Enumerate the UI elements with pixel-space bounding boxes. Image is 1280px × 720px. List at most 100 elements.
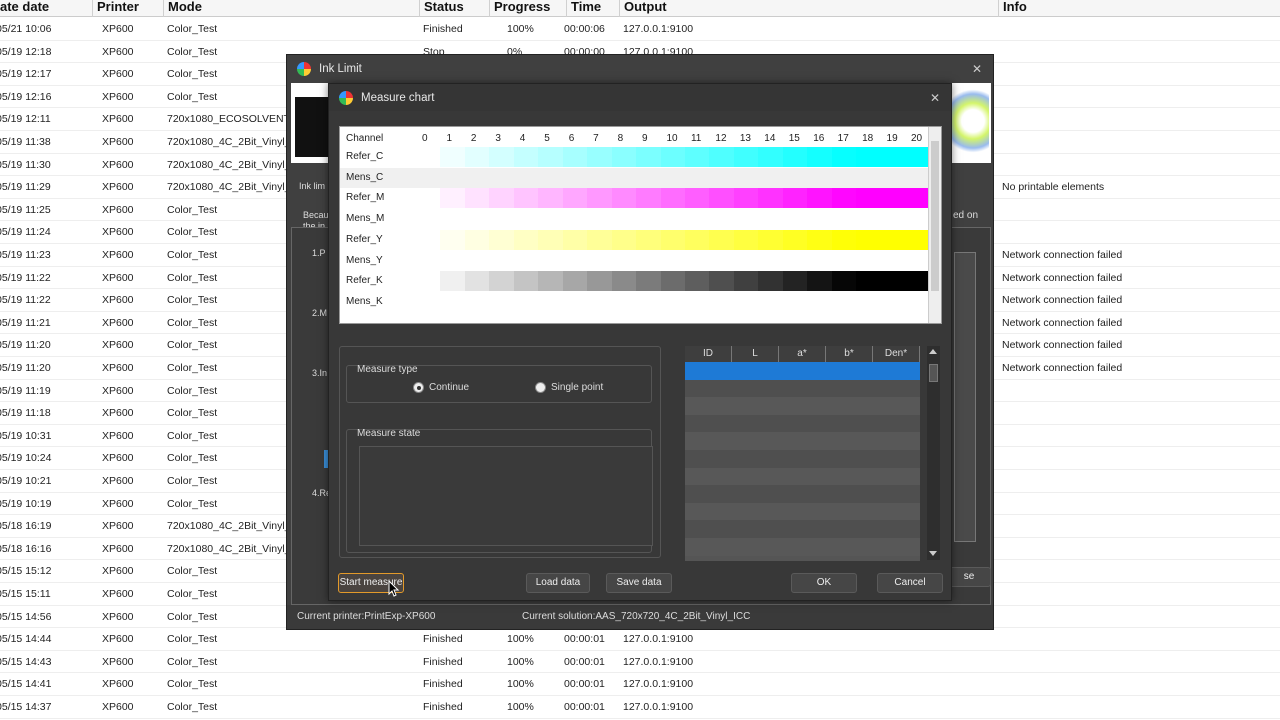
load-data-button[interactable]: Load data: [526, 573, 590, 593]
grid-row[interactable]: [685, 467, 920, 486]
grid-row[interactable]: [685, 432, 920, 450]
chart-scroll-thumb[interactable]: [931, 141, 939, 291]
col-status[interactable]: Status: [419, 0, 464, 17]
grid-row[interactable]: [685, 397, 920, 415]
color-patch: [440, 188, 466, 209]
ink-limit-close-action-button[interactable]: se: [947, 567, 991, 587]
job-date-cell: 05/19 11:38: [0, 136, 51, 148]
radio-continue-dot[interactable]: [413, 382, 424, 393]
job-status-cell: Finished: [423, 701, 463, 713]
measure-chart-titlebar: Measure chart: [329, 84, 951, 111]
channel-row[interactable]: Mens_C: [340, 167, 930, 189]
color-patch: [758, 147, 784, 167]
grid-row[interactable]: [685, 520, 920, 538]
color-patch: [636, 271, 661, 292]
step-2-label: 2.M: [312, 308, 328, 318]
job-info-cell: Network connection failed: [1002, 249, 1123, 261]
grid-row[interactable]: [685, 502, 920, 521]
color-patch: [856, 229, 882, 250]
color-patch: [758, 229, 784, 250]
job-row[interactable]: 05/21 10:06 XP600 Color_Test Finished 100% 00…: [0, 18, 1280, 41]
job-mode-cell: Color_Test: [167, 249, 218, 261]
job-info-cell: [1002, 425, 1272, 448]
grid-header-cell[interactable]: b*: [826, 346, 873, 362]
job-date-cell: 05/19 11:18: [0, 407, 51, 420]
grid-scrollbar[interactable]: [927, 346, 940, 560]
color-patch: [489, 188, 515, 209]
color-patch: [464, 229, 490, 250]
color-patch: [660, 188, 686, 209]
chart-scrollbar[interactable]: [928, 127, 941, 323]
measure-chart-close-button[interactable]: ✕: [927, 90, 943, 106]
channel-row[interactable]: Refer_Y: [340, 229, 930, 251]
grid-row[interactable]: [685, 485, 920, 503]
ink-limit-scrollbar[interactable]: [954, 252, 976, 542]
ok-button[interactable]: OK: [791, 573, 857, 593]
color-patch: [489, 229, 515, 250]
channel-row[interactable]: Refer_K: [340, 271, 930, 292]
color-patch: [538, 147, 564, 167]
job-info-cell: No printable elements: [1002, 181, 1105, 194]
job-mode-cell: Color_Test: [167, 294, 218, 307]
grid-header-cell[interactable]: L: [732, 346, 779, 362]
job-info-cell: [1002, 199, 1272, 222]
channel-name: Mens_Y: [346, 254, 383, 266]
job-date-cell: 05/15 15:11: [0, 588, 51, 600]
radio-continue[interactable]: Continue: [413, 382, 469, 393]
col-output[interactable]: Output: [619, 0, 667, 17]
save-data-button[interactable]: Save data: [606, 573, 672, 593]
job-mode-cell: Color_Test: [167, 203, 218, 216]
measure-logo-icon: [339, 90, 353, 105]
color-patch: [538, 188, 564, 209]
job-row[interactable]: 05/15 14:44 XP600 Color_Test Finished 100% 00…: [0, 628, 1280, 651]
job-mode-cell: Color_Test: [167, 475, 218, 487]
col-info[interactable]: Info: [998, 0, 1027, 17]
chart-column-header: 6: [568, 133, 575, 144]
channel-row[interactable]: Mens_M: [340, 209, 930, 230]
chart-column-header: 11: [690, 133, 702, 144]
channel-row[interactable]: Refer_C: [340, 147, 930, 168]
channel-row[interactable]: Mens_K: [340, 292, 930, 313]
measure-state-textarea[interactable]: [359, 446, 653, 546]
cancel-button[interactable]: Cancel: [877, 573, 943, 593]
col-mode[interactable]: Mode: [163, 0, 202, 17]
job-row[interactable]: 05/15 14:37 XP600 Color_Test Finished 100% 00…: [0, 696, 1280, 719]
ink-limit-close-button[interactable]: ✕: [969, 61, 985, 77]
color-patch: [733, 229, 759, 250]
job-mode-cell: Color_Test: [167, 633, 218, 646]
col-time[interactable]: Time: [566, 0, 601, 17]
grid-row[interactable]: [685, 379, 920, 398]
job-printer-cell: XP600: [102, 181, 134, 194]
grid-header-cell[interactable]: a*: [779, 346, 826, 362]
radio-continue-label: Continue: [429, 382, 470, 393]
channel-row[interactable]: Mens_Y: [340, 251, 930, 272]
job-date-cell: 05/19 10:24: [0, 452, 52, 465]
channel-row[interactable]: Refer_M: [340, 188, 930, 209]
job-progress-cell: 100%: [507, 633, 534, 646]
color-patch: [782, 271, 808, 292]
grid-row[interactable]: [685, 538, 920, 556]
color-patch: [636, 188, 661, 209]
job-printer-cell: XP600: [102, 362, 134, 374]
grid-scroll-up-icon[interactable]: [929, 349, 937, 354]
job-date-cell: 05/21 10:06: [0, 23, 52, 35]
grid-row[interactable]: [685, 414, 920, 433]
radio-single-point-dot[interactable]: [535, 382, 546, 393]
job-date-cell: 05/19 12:17: [0, 68, 52, 81]
job-row[interactable]: 05/15 14:41 XP600 Color_Test Finished 100% 00…: [0, 673, 1280, 696]
color-patch: [856, 271, 882, 292]
job-info-cell: [1002, 380, 1272, 403]
grid-scroll-down-icon[interactable]: [929, 551, 937, 556]
grid-row[interactable]: [685, 450, 920, 468]
job-date-cell: 05/19 12:16: [0, 90, 52, 103]
grid-row[interactable]: [685, 362, 920, 380]
radio-single-point[interactable]: Single point: [535, 382, 603, 393]
col-progress[interactable]: Progress: [489, 0, 550, 17]
job-info-cell: Network connection failed: [1002, 294, 1123, 307]
job-row[interactable]: 05/15 14:43 XP600 Color_Test Finished 100% 00…: [0, 651, 1280, 674]
grid-header-cell[interactable]: ID: [685, 346, 732, 362]
col-date[interactable]: ate date: [0, 0, 49, 17]
grid-header-cell[interactable]: Den*: [873, 346, 920, 362]
col-printer[interactable]: Printer: [92, 0, 139, 17]
grid-scroll-thumb[interactable]: [929, 364, 938, 382]
